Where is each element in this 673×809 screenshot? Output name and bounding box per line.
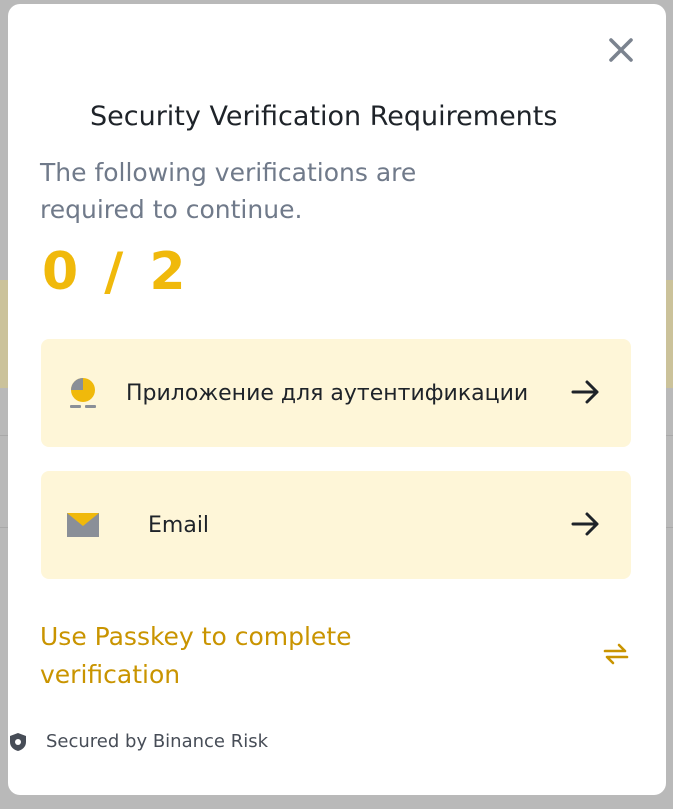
close-icon <box>609 38 633 62</box>
authenticator-option-label: Приложение для аутентификации <box>126 380 529 406</box>
arrow-right-icon <box>571 512 599 536</box>
mail-icon <box>67 513 99 537</box>
shield-icon <box>10 733 26 751</box>
authenticator-icon <box>70 378 96 408</box>
swap-icon[interactable] <box>603 642 629 666</box>
security-footer: Secured by Binance Risk <box>8 726 408 756</box>
authenticator-app-option[interactable]: Приложение для аутентификации <box>41 339 631 447</box>
close-button[interactable] <box>606 32 636 68</box>
verification-progress: 0 / 2 <box>42 242 190 302</box>
modal-subtitle: The following verifications are required… <box>40 158 417 224</box>
arrow-right-icon <box>571 380 599 404</box>
use-passkey-link[interactable]: Use Passkey to complete verification <box>40 618 420 694</box>
modal-title: Security Verification Requirements <box>90 101 558 132</box>
email-option-label: Email <box>148 512 210 538</box>
footer-text: Secured by Binance Risk <box>46 731 269 752</box>
email-option[interactable]: Email <box>41 471 631 579</box>
security-verification-modal: Security Verification Requirements The f… <box>8 4 666 795</box>
